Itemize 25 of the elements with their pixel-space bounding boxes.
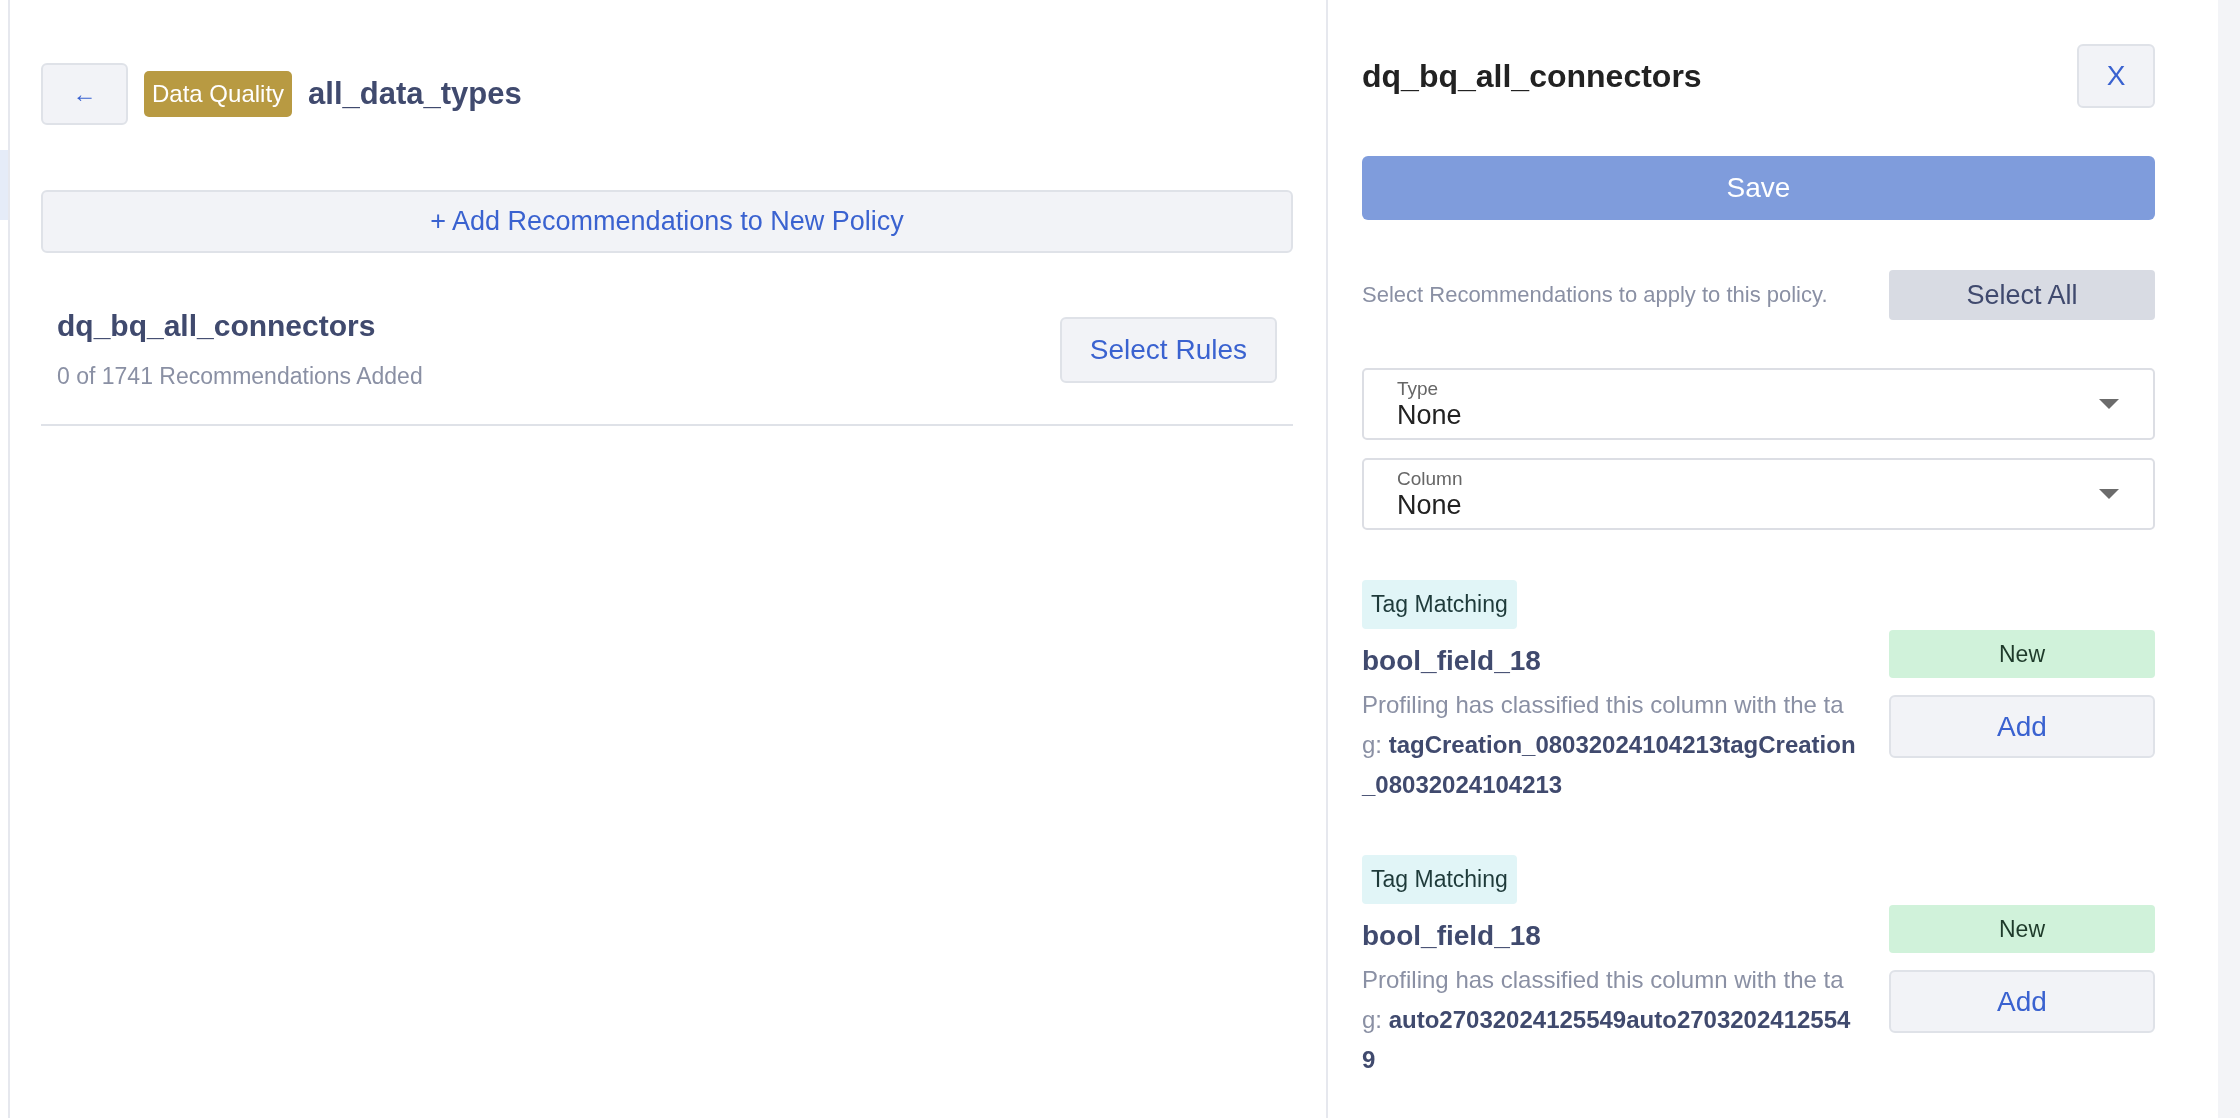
page-title: all_data_types [308,76,522,112]
recommendation-description: Profiling has classified this column with the tag: auto27032024125549auto27032024125549 [1362,965,1852,1075]
add-button[interactable]: Add [1889,695,2155,758]
back-button[interactable]: ← [41,63,128,125]
category-badge: Data Quality [144,71,293,117]
column-name: bool_field_18 [1362,645,1541,677]
tag-label: Tag Matching [1362,855,1517,904]
add-button[interactable]: Add [1889,970,2155,1033]
status-badge: New [1889,630,2155,678]
caret-icon [2099,489,2119,499]
instruction-text: Select Recommendations to apply to this policy. [1362,282,1828,308]
recommendation-description: Profiling has classified this column with the tag: tagCreation_08032024104213tagCreation_08032024104213 [1362,690,1857,800]
filter-dropdown[interactable]: Type None [1362,368,2155,440]
filter-dropdown[interactable]: Column None [1362,458,2155,530]
column-name: bool_field_18 [1362,920,1541,952]
select-all-button[interactable]: Select All [1889,270,2155,320]
close-button[interactable]: X [2077,44,2155,108]
caret-icon [2099,399,2119,409]
add-policy-button[interactable]: + Add Recommendations to New Policy [41,190,1293,253]
policy-name: dq_bq_all_connectors [57,309,377,343]
panel-title: dq_bq_all_connectors [1362,57,1702,95]
select-rules-button[interactable]: Select Rules [1059,316,1277,383]
tag-label: Tag Matching [1362,580,1517,629]
policy-summary: 0 of 1741 Recommendations Added [57,363,423,390]
status-badge: New [1889,905,2155,953]
